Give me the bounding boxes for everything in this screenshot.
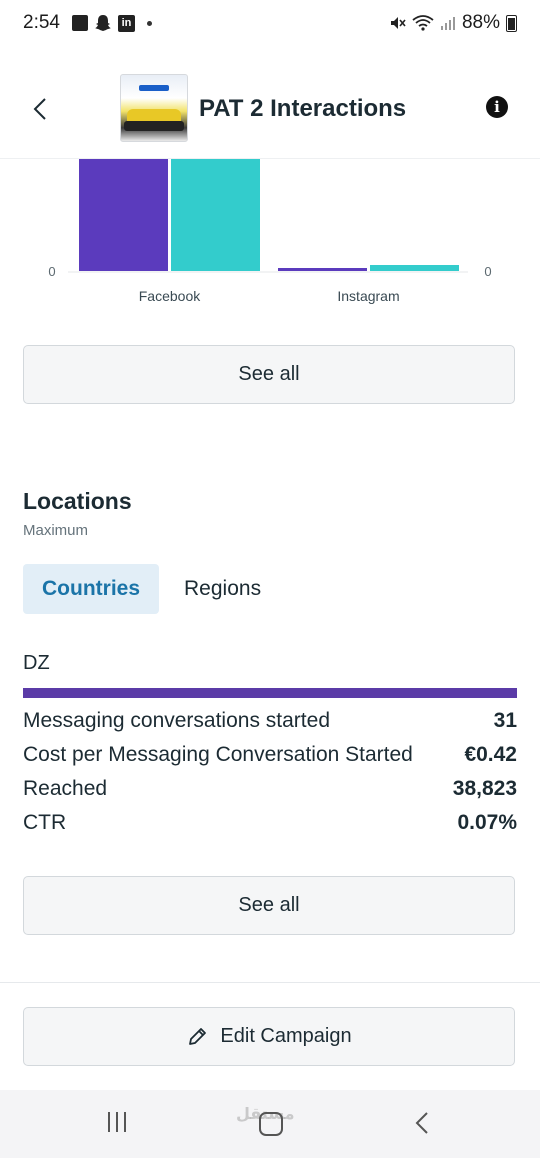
edit-campaign-button[interactable]: Edit Campaign bbox=[23, 1007, 515, 1066]
see-all-locations-button[interactable]: See all bbox=[23, 876, 515, 935]
campaign-thumbnail bbox=[120, 74, 188, 142]
metric-value: 31 bbox=[493, 709, 517, 732]
see-all-label: See all bbox=[238, 894, 300, 916]
metric-label: Messaging conversations started bbox=[23, 709, 330, 732]
pencil-icon bbox=[189, 1027, 207, 1045]
metric-label: CTR bbox=[23, 811, 67, 834]
signal-icon bbox=[440, 17, 455, 30]
battery-icon bbox=[506, 14, 517, 32]
locations-subtitle: Maximum bbox=[23, 522, 89, 539]
section-divider bbox=[0, 982, 540, 983]
system-nav-bar: مستقل bbox=[0, 1090, 540, 1158]
edit-campaign-label: Edit Campaign bbox=[220, 1025, 352, 1047]
chevron-left-icon bbox=[33, 98, 46, 120]
tab-regions[interactable]: Regions bbox=[165, 564, 280, 614]
platform-chart: Facebook Instagram 0 0 bbox=[0, 159, 540, 319]
bar-instagram-0 bbox=[278, 268, 367, 271]
bar-instagram-1 bbox=[370, 265, 459, 271]
mute-icon bbox=[390, 17, 406, 29]
system-status: 88% bbox=[388, 12, 517, 34]
platform-bar-chart: Facebook Instagram 0 0 bbox=[48, 159, 492, 304]
snapchat-icon bbox=[95, 15, 111, 31]
notification-icons: in bbox=[72, 14, 152, 32]
country-bar-fill bbox=[23, 688, 517, 698]
locations-title: Locations bbox=[23, 488, 132, 514]
metric-value: 38,823 bbox=[452, 777, 517, 800]
wifi-icon bbox=[412, 15, 434, 31]
country-bar bbox=[23, 688, 517, 698]
more-notifications-dot bbox=[147, 20, 152, 26]
metric-value: €0.42 bbox=[464, 743, 517, 766]
see-all-platforms-button[interactable]: See all bbox=[23, 345, 515, 404]
tab-countries[interactable]: Countries bbox=[23, 564, 160, 614]
country-metrics: Messaging conversations started 31 Cost … bbox=[23, 704, 517, 840]
system-back-button[interactable] bbox=[412, 1110, 432, 1141]
gallery-icon bbox=[72, 15, 88, 31]
metric-row: Cost per Messaging Conversation Started … bbox=[23, 738, 517, 772]
linkedin-icon: in bbox=[118, 14, 135, 32]
info-icon: i bbox=[494, 98, 500, 116]
country-name: DZ bbox=[23, 652, 50, 674]
metric-value: 0.07% bbox=[457, 811, 517, 834]
metric-label: Cost per Messaging Conversation Started bbox=[23, 743, 413, 766]
metric-row: Reached 38,823 bbox=[23, 772, 517, 806]
chevron-left-icon bbox=[415, 1112, 428, 1134]
page-title: PAT 2 Interactions bbox=[199, 95, 407, 122]
metric-row: Messaging conversations started 31 bbox=[23, 704, 517, 738]
status-time: 2:54 bbox=[23, 12, 60, 33]
recents-button[interactable] bbox=[108, 1112, 126, 1132]
bar-facebook-1 bbox=[171, 159, 260, 271]
bar-facebook-0 bbox=[79, 159, 168, 271]
home-button[interactable] bbox=[259, 1112, 283, 1136]
metric-label: Reached bbox=[23, 777, 108, 800]
category-label: Facebook bbox=[139, 288, 201, 304]
status-bar: 2:54 in 88% bbox=[0, 0, 540, 48]
metric-row: CTR 0.07% bbox=[23, 806, 517, 840]
back-button[interactable] bbox=[28, 94, 52, 124]
info-button[interactable]: i bbox=[486, 96, 508, 118]
see-all-label: See all bbox=[238, 363, 300, 385]
left-axis-tick: 0 bbox=[48, 264, 55, 279]
category-label: Instagram bbox=[337, 288, 399, 304]
right-axis-tick: 0 bbox=[484, 264, 491, 279]
page-header: PAT 2 Interactions i bbox=[0, 60, 540, 159]
locations-tabs: Countries Regions bbox=[23, 564, 280, 614]
battery-percent: 88% bbox=[461, 12, 500, 33]
